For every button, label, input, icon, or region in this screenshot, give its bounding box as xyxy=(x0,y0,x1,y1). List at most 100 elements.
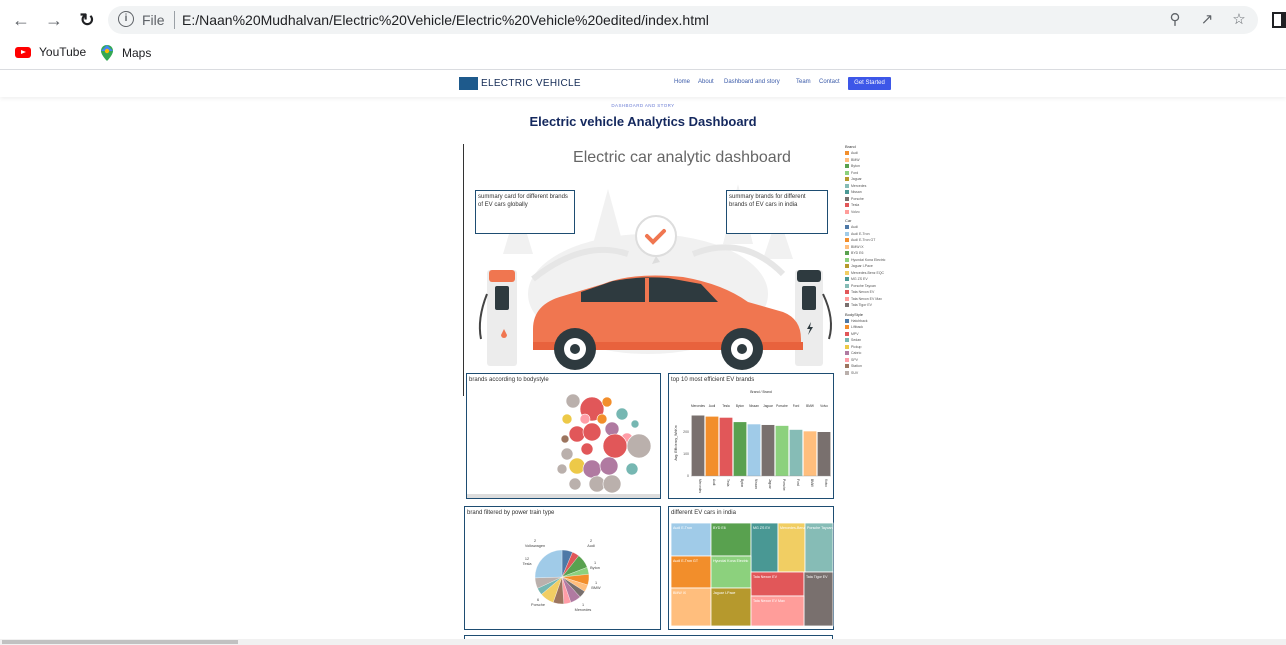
legend-item[interactable]: SUV xyxy=(845,370,905,377)
logo-text[interactable]: ELECTRIC VEHICLE xyxy=(481,78,581,89)
summary-card-global[interactable]: summary card for different brands of EV … xyxy=(475,190,575,234)
bubble-mark xyxy=(630,419,640,429)
x-tick-label: Jaguar xyxy=(768,479,772,490)
logo-icon[interactable] xyxy=(459,77,478,90)
legend-label: Volvo xyxy=(851,209,860,214)
pie-label: Porsche xyxy=(531,603,545,607)
bar-mark xyxy=(803,431,817,476)
scrollbar-thumb[interactable] xyxy=(2,640,238,644)
address-bar[interactable]: i File E:/Naan%20Mudhalvan/Electric%20Ve… xyxy=(108,6,1258,34)
legend-swatch xyxy=(845,344,849,349)
horizontal-scrollbar[interactable] xyxy=(0,639,1286,645)
legend-swatch xyxy=(845,338,849,343)
treemap-label: Hyundai Kona Electric xyxy=(713,559,749,563)
x-tick-label: BMW xyxy=(810,479,814,487)
treemap-label: Tata Nexon EV xyxy=(753,575,778,579)
pie-label: Volkswagen xyxy=(525,544,545,548)
treemap-cell xyxy=(803,571,834,627)
side-panel-icon[interactable] xyxy=(1272,12,1286,28)
bar-mark xyxy=(705,416,719,476)
bubble-mark xyxy=(582,422,602,442)
bubble-mark xyxy=(568,425,586,443)
legend-swatch xyxy=(845,190,849,195)
get-started-button[interactable]: Get Started xyxy=(848,77,891,90)
forward-arrow-icon[interactable]: → xyxy=(43,9,65,31)
legend-label: BYD E6 xyxy=(851,251,864,256)
bubble-mark xyxy=(601,396,613,408)
nav-team[interactable]: Team xyxy=(796,79,811,85)
legend-item[interactable]: Tata Tigor EV xyxy=(845,302,905,309)
share-icon[interactable]: ↗ xyxy=(1198,11,1216,29)
pie-value: 1 xyxy=(595,581,597,585)
y-axis-label: Avg. Efficiency_WhKm xyxy=(674,425,678,460)
legend-label: Audi E-Tron GT xyxy=(851,238,876,243)
bookmark-youtube[interactable]: YouTube xyxy=(15,45,86,59)
zoom-icon[interactable]: ⚲ xyxy=(1166,11,1184,29)
legend-swatch xyxy=(845,364,849,369)
bookmarks-bar: YouTube Maps xyxy=(0,40,1286,70)
legend-swatch xyxy=(845,196,849,201)
info-icon[interactable]: i xyxy=(118,11,134,27)
y-tick-label: 100 xyxy=(683,452,689,456)
bookmark-star-icon[interactable]: ☆ xyxy=(1230,11,1248,29)
legend-label: Tata Nexon EV xyxy=(851,290,875,295)
legend-label: Mercedes xyxy=(851,183,867,188)
bar-top-label: BMW xyxy=(806,404,814,408)
bubble-chart xyxy=(556,393,652,494)
treemap-chart: Audi E-Tron BYD E6 MG ZS EV Mercedes-Benz E… xyxy=(670,522,834,627)
dashboard-embed[interactable]: Electric car analytic dashboard summary … xyxy=(463,144,837,645)
pie-value: 1 xyxy=(582,603,584,607)
bubble-mark xyxy=(602,433,628,459)
url-text[interactable]: E:/Naan%20Mudhalvan/Electric%20Vehicle/E… xyxy=(182,12,709,28)
legend-swatch xyxy=(845,331,849,336)
bookmark-label: Maps xyxy=(122,46,152,60)
summary-card-india[interactable]: summary brands for different brands of E… xyxy=(726,190,828,234)
pie-label: Mercedes xyxy=(575,608,592,612)
bar-chart-card[interactable]: top 10 most efficient EV brands Brand / … xyxy=(668,373,834,499)
legend-swatch xyxy=(845,251,849,256)
nav-about[interactable]: About xyxy=(698,79,714,85)
nav-home[interactable]: Home xyxy=(674,79,690,85)
legend-item[interactable]: Volvo xyxy=(845,209,905,216)
legend-swatch xyxy=(845,303,849,308)
legend-label: Porsche xyxy=(851,196,864,201)
bubble-mark xyxy=(582,459,602,479)
bubble-mark xyxy=(568,457,586,475)
pie-chart-card[interactable]: brand filtered by power train type Volks… xyxy=(464,506,661,630)
treemap-cell xyxy=(750,522,779,573)
bubble-mark xyxy=(615,407,629,421)
treemap-label: Tata Tigor EV xyxy=(806,575,828,579)
legend-label: Byton xyxy=(851,164,860,169)
legend-label: Porsche Taycan xyxy=(851,283,876,288)
hero-illustration xyxy=(478,184,832,370)
bar-top-label: Tesla xyxy=(722,404,730,408)
treemap-label: Audi E-Tron xyxy=(673,526,692,530)
x-tick-label: Volvo xyxy=(824,479,828,487)
legend-label: Tata Tigor EV xyxy=(851,303,873,308)
x-tick-label: Audi xyxy=(712,479,716,486)
legend-label: Hatchback xyxy=(851,318,868,323)
maps-icon xyxy=(101,45,113,61)
site-header: ELECTRIC VEHICLE Home About Dashboard an… xyxy=(0,71,1286,97)
bar-mark xyxy=(719,417,733,476)
bar-chart: Brand / Brand Avg. Efficiency_WhKm 0 100 200… xyxy=(674,390,831,493)
bubble-chart-card[interactable]: brands according to bodystyle xyxy=(466,373,661,499)
treemap-card[interactable]: different EV cars in india Audi E-Tron BY… xyxy=(668,506,834,630)
back-arrow-icon[interactable]: ← xyxy=(10,9,32,31)
card-scrollbar[interactable] xyxy=(467,494,660,498)
legend-label: Cabrio xyxy=(851,351,862,356)
bookmark-maps[interactable]: Maps xyxy=(100,45,151,61)
legend-label: SUV xyxy=(851,370,859,375)
legend-label: Station xyxy=(851,364,862,369)
legend-swatch xyxy=(845,225,849,230)
bar-mark xyxy=(817,432,831,476)
legend-swatch xyxy=(845,183,849,188)
bubble-mark xyxy=(556,463,568,475)
reload-icon[interactable]: ↻ xyxy=(76,9,98,31)
browser-toolbar: ← → ↻ i File E:/Naan%20Mudhalvan/Electri… xyxy=(0,0,1286,40)
legend-swatch xyxy=(845,357,849,362)
bar-mark xyxy=(761,424,775,476)
bookmark-label: YouTube xyxy=(39,45,87,59)
nav-contact[interactable]: Contact xyxy=(819,79,840,85)
nav-dashboard[interactable]: Dashboard and story xyxy=(724,79,780,85)
